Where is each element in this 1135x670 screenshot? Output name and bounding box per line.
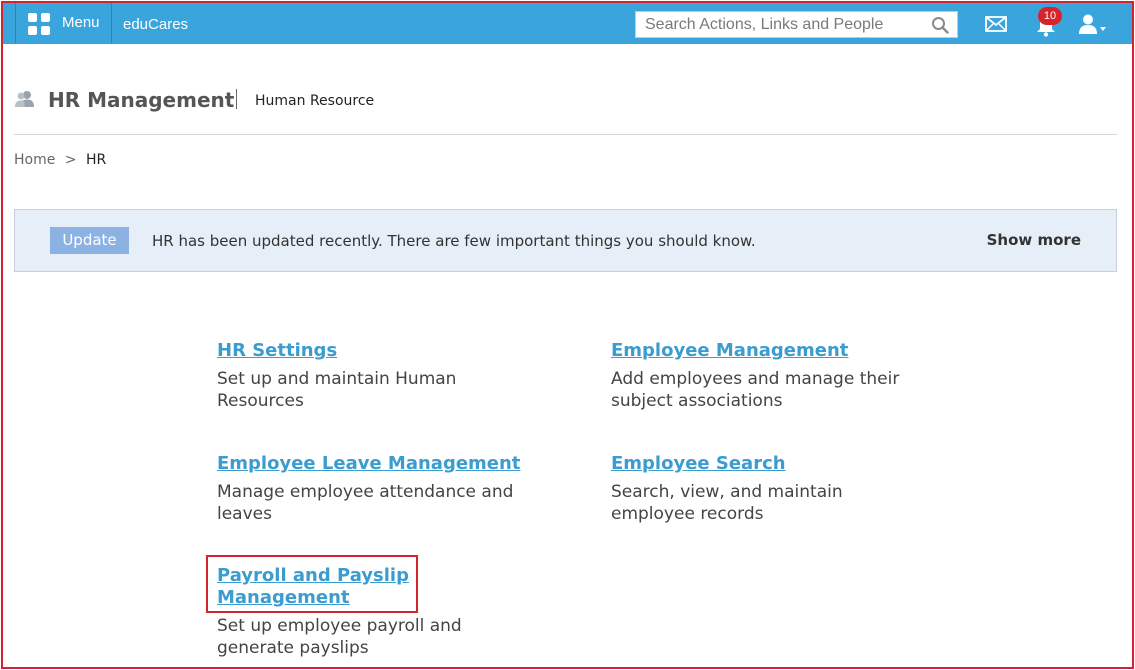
module-description: Set up employee payroll and generate pay…: [217, 616, 462, 658]
module-link-hr-settings[interactable]: HR Settings: [217, 340, 557, 362]
module-employee-leave-management: Employee Leave Management Manage employe…: [217, 453, 557, 525]
brand-name[interactable]: eduCares: [123, 16, 188, 33]
update-tag: Update: [50, 227, 129, 254]
user-icon[interactable]: [1077, 13, 1107, 35]
breadcrumb: Home > HR: [14, 152, 106, 168]
module-hr-settings: HR Settings Set up and maintain Human Re…: [217, 340, 557, 412]
search-input[interactable]: [636, 12, 926, 37]
menu-button[interactable]: Menu: [15, 3, 112, 44]
module-link-employee-search[interactable]: Employee Search: [611, 453, 951, 475]
module-link-employee-leave-management[interactable]: Employee Leave Management: [217, 453, 557, 475]
grid-menu-icon: [28, 13, 50, 35]
notification-badge: 10: [1038, 7, 1062, 25]
module-employee-management: Employee Management Add employees and ma…: [611, 340, 951, 412]
update-notice: Update HR has been updated recently. The…: [14, 209, 1117, 272]
breadcrumb-home[interactable]: Home: [14, 152, 55, 168]
module-description: Set up and maintain Human Resources: [217, 369, 457, 411]
search-icon[interactable]: [931, 16, 949, 34]
mail-icon[interactable]: [985, 16, 1007, 32]
module-description: Add employees and manage their subject a…: [611, 369, 900, 411]
page-subtitle: Human Resource: [255, 93, 375, 109]
search-box: [635, 11, 958, 38]
module-description: Manage employee attendance and leaves: [217, 482, 514, 524]
breadcrumb-current: HR: [85, 152, 107, 168]
breadcrumb-separator: >: [64, 152, 77, 168]
header-divider: [14, 134, 1117, 135]
people-icon: [15, 91, 34, 107]
show-more-link[interactable]: Show more: [987, 231, 1081, 249]
module-description: Search, view, and maintain employee reco…: [611, 482, 843, 524]
highlight-box: [206, 555, 418, 613]
notice-text: HR has been updated recently. There are …: [152, 232, 756, 250]
title-divider: [236, 89, 237, 109]
module-employee-search: Employee Search Search, view, and mainta…: [611, 453, 951, 525]
module-link-employee-management[interactable]: Employee Management: [611, 340, 951, 362]
page-title: HR Management: [48, 88, 235, 112]
menu-label: Menu: [62, 14, 100, 31]
top-bar: Menu eduCares 10: [3, 3, 1132, 44]
